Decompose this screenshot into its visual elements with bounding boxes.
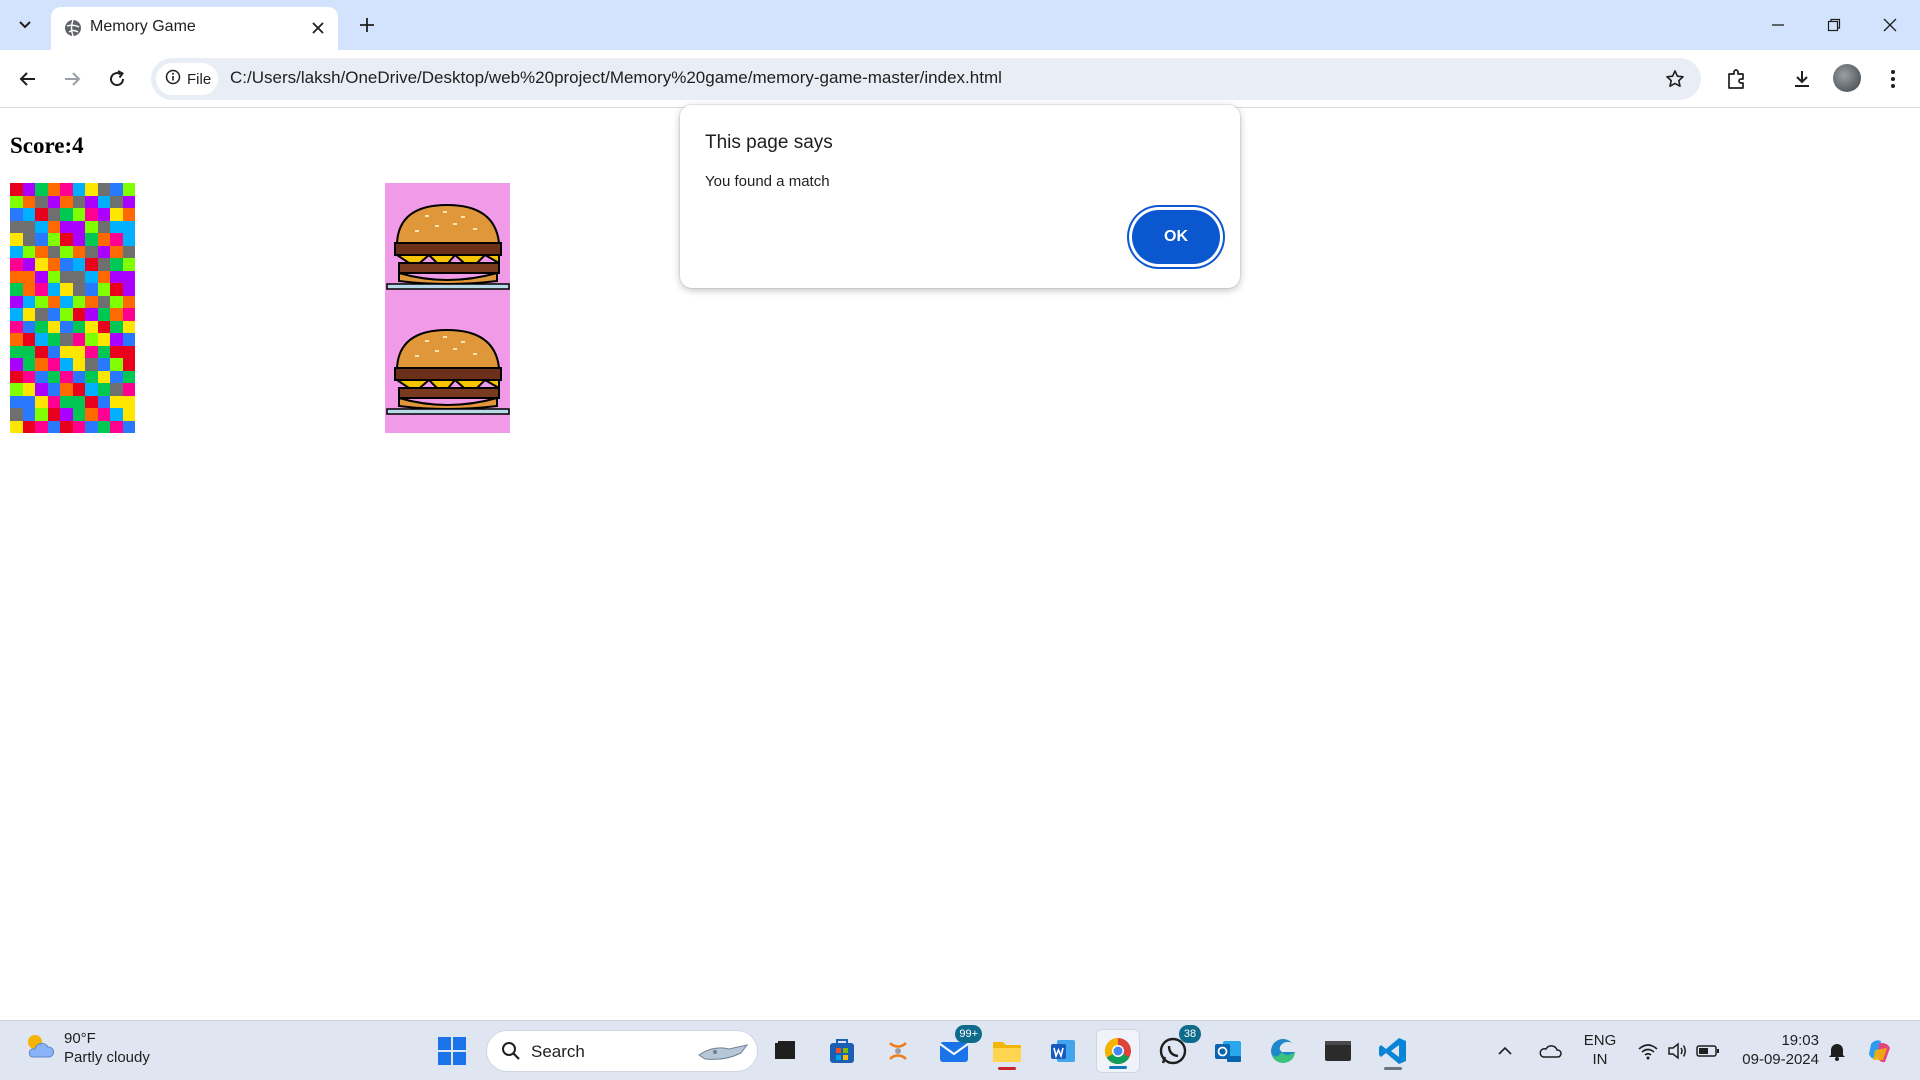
site-info-chip[interactable]: File [156,63,218,95]
active-tab[interactable]: Memory Game [51,7,338,50]
close-tab-icon[interactable] [306,16,330,40]
battery-icon[interactable] [1693,1029,1723,1073]
globe-icon [63,18,83,38]
back-icon[interactable] [11,62,45,96]
alert-dialog: This page says You found a match OK [680,105,1240,288]
card-burger-2[interactable] [385,308,510,433]
copilot-icon[interactable] [1858,1029,1902,1073]
dialog-title: This page says [705,132,833,153]
weather-description: Partly cloudy [64,1049,150,1066]
notification-bell-icon[interactable] [1822,1029,1852,1073]
chrome-icon[interactable] [1096,1029,1140,1073]
microsoft-store-icon[interactable] [820,1029,864,1073]
outlook-icon[interactable] [1206,1029,1250,1073]
app-icon[interactable] [876,1029,920,1073]
weather-temperature: 90°F [64,1030,96,1047]
profile-avatar[interactable] [1833,64,1861,92]
active-indicator [998,1067,1016,1070]
task-view-icon[interactable] [763,1029,807,1073]
dialog-message: You found a match [705,173,830,190]
whatsapp-icon[interactable]: 38 [1151,1025,1201,1073]
search-label: Search [531,1042,585,1061]
info-icon [165,69,181,89]
word-icon[interactable] [1041,1029,1085,1073]
volume-icon[interactable] [1663,1029,1693,1073]
weather-widget[interactable]: 90°F Partly cloudy [22,1029,150,1067]
tab-search-dropdown-icon[interactable] [9,11,41,39]
active-indicator [1109,1066,1127,1069]
search-icon [501,1041,521,1065]
forward-icon[interactable] [55,62,89,96]
partly-cloudy-icon [22,1029,56,1067]
taskbar-search[interactable]: Search [486,1030,758,1072]
search-highlight-icon [695,1039,751,1069]
card-burger-1[interactable] [385,183,510,308]
tab-title: Memory Game [90,18,196,35]
download-icon[interactable] [1786,63,1818,95]
taskbar: 90°F Partly cloudy Search 99+ 38 ENG IN … [0,1020,1920,1080]
active-indicator [1384,1067,1402,1070]
mail-icon[interactable]: 99+ [932,1025,982,1073]
burger-icon [386,328,510,415]
menu-kebab-icon[interactable] [1877,63,1909,95]
terminal-icon[interactable] [1316,1029,1360,1073]
site-chip-label: File [187,70,212,88]
wifi-icon[interactable] [1633,1029,1663,1073]
close-window-icon[interactable] [1862,0,1918,50]
extensions-icon[interactable] [1720,63,1752,95]
onedrive-icon[interactable] [1530,1029,1570,1073]
vscode-icon[interactable] [1371,1029,1415,1073]
mail-badge: 99+ [955,1025,982,1043]
start-button[interactable] [430,1029,474,1073]
file-explorer-icon[interactable] [985,1029,1029,1073]
minimize-icon[interactable] [1750,0,1806,50]
clock-date: 09-09-2024 [1742,1051,1819,1068]
card-back-1[interactable] [10,183,135,308]
ok-button[interactable]: OK [1132,210,1220,264]
clock[interactable]: 19:03 09-09-2024 [1733,1031,1819,1069]
clock-time: 19:03 [1781,1032,1819,1049]
whatsapp-badge: 38 [1179,1025,1201,1043]
edge-icon[interactable] [1261,1029,1305,1073]
burger-icon [386,203,510,290]
language-indicator[interactable]: ENG IN [1574,1031,1626,1069]
chevron-up-icon[interactable] [1490,1029,1520,1073]
score-label: Score:4 [10,133,84,158]
address-bar[interactable]: File C:/Users/laksh/OneDrive/Desktop/web… [151,58,1701,100]
region-code: IN [1592,1051,1608,1068]
card-back-2[interactable] [10,308,135,433]
new-tab-icon[interactable] [353,11,381,39]
bookmark-star-icon[interactable] [1661,65,1689,93]
reload-icon[interactable] [100,62,134,96]
url-text[interactable]: C:/Users/laksh/OneDrive/Desktop/web%20pr… [230,68,1002,88]
language-code: ENG [1583,1032,1617,1049]
restore-icon[interactable] [1806,0,1862,50]
